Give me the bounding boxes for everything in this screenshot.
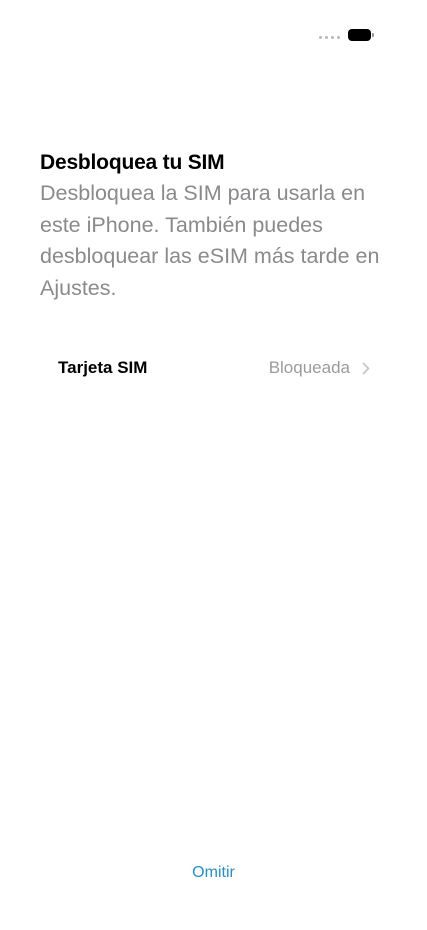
skip-button[interactable]: Omitir bbox=[0, 862, 427, 884]
sim-card-label: Tarjeta SIM bbox=[58, 358, 148, 377]
status-bar bbox=[0, 0, 427, 60]
sim-status-value: Bloqueada bbox=[268, 358, 350, 377]
page-title: Desbloquea tu SIM bbox=[40, 151, 225, 174]
sim-status-group: Bloqueada bbox=[269, 358, 370, 378]
signal-dots-icon bbox=[319, 36, 341, 40]
page-description: Desbloquea la SIM para usarla en este iP… bbox=[40, 181, 380, 300]
sim-card-row[interactable]: Tarjeta SIM Bloqueada bbox=[40, 346, 390, 390]
chevron-right-icon bbox=[362, 362, 370, 374]
battery-full-icon bbox=[348, 29, 374, 41]
